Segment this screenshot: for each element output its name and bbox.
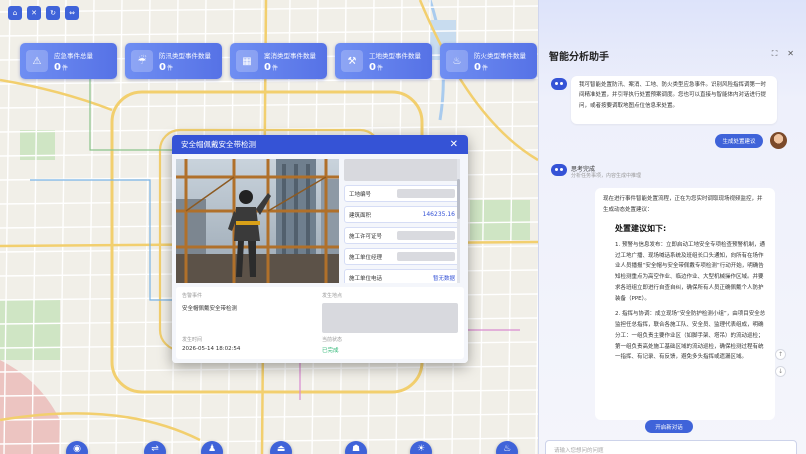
- stat-label: 案消类型事件数量: [264, 51, 316, 60]
- construction-worker-image: [176, 159, 339, 283]
- stat-card-construction[interactable]: ⚒ 工地类型事件数量 0件: [335, 43, 432, 79]
- redacted-value: [397, 231, 455, 240]
- redacted-field: [344, 159, 460, 181]
- status-label: 当前状态: [322, 337, 343, 343]
- answer-intro: 现在进行事件智能处置流程，正在为您实时调取现场视频监控，并生成动态处置建议：: [603, 196, 763, 213]
- close-icon[interactable]: ✕: [787, 49, 794, 59]
- time-value: 2026-05-14 18:02:54: [182, 346, 241, 352]
- bot-intro-text: 我可智能处置防汛、案消、工地、防火类型应急事件。识别风险指挥调第一时间精准处置，…: [579, 82, 767, 109]
- no-data-link[interactable]: 暂无数据: [433, 274, 455, 282]
- fields-scrollbar[interactable]: [457, 159, 460, 283]
- worker-icon: ⚒: [341, 50, 363, 72]
- stat-card-building[interactable]: ▦ 案消类型事件数量 0件: [230, 43, 327, 79]
- stat-card-total[interactable]: ⚠ 应急事件总量 0件: [20, 43, 117, 79]
- window-controls: ⌂ ✕ ↻ ⇔: [8, 6, 79, 20]
- event-label: 告警事件: [182, 293, 203, 299]
- stat-card-flood[interactable]: ☔ 防汛类型事件数量 0件: [125, 43, 222, 79]
- bottom-toolbar: ◉ ⇌ ♟ ⏏ ☗ ☀ ♨: [0, 440, 538, 454]
- modal-header: 安全帽佩戴安全带检测 ✕: [172, 135, 468, 154]
- field-manager: 施工单位经理: [344, 248, 460, 265]
- stat-card-fire[interactable]: ♨ 防火类型事件数量 0件: [440, 43, 537, 79]
- field-site-no: 工地编号: [344, 185, 460, 202]
- stat-label: 防火类型事件数量: [474, 51, 526, 60]
- answer-bubble: 现在进行事件智能处置流程，正在为您实时调取现场视频监控，并生成动态处置建议： 处…: [595, 188, 775, 420]
- cross-icon[interactable]: ✕: [27, 6, 41, 20]
- event-value: 安全帽佩戴安全带检测: [182, 306, 238, 312]
- field-area: 建筑面积 146235.16: [344, 206, 460, 223]
- stat-value: 0件: [159, 61, 173, 73]
- route-icon[interactable]: ⇌: [144, 441, 166, 454]
- expand-icon[interactable]: ⛶: [772, 49, 778, 59]
- answer-item: 1. 预警与信息发布：立即启动工地安全专项检查预警机制，通过工地广播、现场喊话系…: [615, 242, 765, 302]
- assistant-panel: 智能分析助手 ⛶ ✕ 我可智能处置防汛、案消、工地、防火类型应急事件。识别风险指…: [538, 0, 806, 454]
- stat-value: 0件: [474, 61, 488, 73]
- assistant-title: 智能分析助手: [549, 52, 609, 63]
- camera-icon[interactable]: ◉: [66, 441, 88, 454]
- status-value: 已完成: [322, 348, 339, 354]
- answer-item: 2. 指挥与协调：成立现场“安全防护检测小组”，由项目安全总监担任总指挥，联合各…: [615, 311, 766, 361]
- stat-label: 应急事件总量: [54, 51, 93, 60]
- bot-avatar-icon: [551, 164, 567, 176]
- thinking-subtitle: 分析任务事项，内容生成中推理: [571, 173, 642, 179]
- person-icon[interactable]: ♟: [201, 441, 223, 454]
- stat-value: 0件: [54, 61, 68, 73]
- lamp-icon[interactable]: ♨: [496, 441, 518, 454]
- building-icon: ▦: [236, 50, 258, 72]
- close-icon[interactable]: ✕: [450, 139, 458, 150]
- event-detail-modal: 安全帽佩戴安全带检测 ✕ 工地编号 建筑面积 146235.16 施工许可证号 …: [172, 135, 468, 363]
- panel-tools: ⛶ ✕: [772, 49, 794, 59]
- answer-heading: 处置建议如下:: [615, 224, 667, 234]
- redacted-location: [322, 303, 458, 333]
- flood-icon: ☔: [131, 50, 153, 72]
- modal-title: 安全帽佩戴安全带检测: [181, 140, 256, 149]
- stat-value: 0件: [264, 61, 278, 73]
- site-photo[interactable]: [176, 159, 339, 283]
- event-details: 告警事件 安全帽佩戴安全带检测 发生地点 发生时间 2026-05-14 18:…: [176, 287, 464, 359]
- bot-avatar-icon: [551, 78, 567, 90]
- generate-suggestion-button[interactable]: 生成处置建议: [715, 134, 763, 148]
- fullscreen-icon[interactable]: ⇔: [65, 6, 79, 20]
- fire-icon: ♨: [446, 50, 468, 72]
- field-permit-no: 施工许可证号: [344, 227, 460, 244]
- alarm-icon[interactable]: ⏏: [270, 441, 292, 454]
- warning-icon: ⚠: [26, 50, 48, 72]
- stat-label: 防汛类型事件数量: [159, 51, 211, 60]
- helmet-icon[interactable]: ☗: [345, 441, 367, 454]
- stat-label: 工地类型事件数量: [369, 51, 421, 60]
- thumb-down-icon[interactable]: ↓: [775, 366, 786, 377]
- modal-body: 工地编号 建筑面积 146235.16 施工许可证号 施工单位经理 施工单位电话暂…: [172, 154, 468, 363]
- bot-intro-bubble: 我可智能处置防汛、案消、工地、防火类型应急事件。识别风险指挥调第一时间精准处置，…: [571, 76, 777, 124]
- user-avatar: [770, 132, 787, 149]
- stat-value: 0件: [369, 61, 383, 73]
- question-input[interactable]: 请输入您想问的问题: [545, 440, 797, 454]
- location-label: 发生地点: [322, 293, 343, 299]
- house-icon[interactable]: ⌂: [8, 6, 22, 20]
- redacted-value: [397, 252, 455, 261]
- refresh-icon[interactable]: ↻: [46, 6, 60, 20]
- sun-icon[interactable]: ☀: [410, 441, 432, 454]
- site-info-fields: 工地编号 建筑面积 146235.16 施工许可证号 施工单位经理 施工单位电话暂…: [344, 159, 460, 283]
- redacted-value: [397, 189, 455, 198]
- new-chat-button[interactable]: 开启新对话: [645, 420, 693, 433]
- time-label: 发生时间: [182, 337, 203, 343]
- field-phone: 施工单位电话 暂无数据: [344, 269, 460, 283]
- thumb-up-icon[interactable]: ↑: [775, 349, 786, 360]
- stat-cards: ⚠ 应急事件总量 0件 ☔ 防汛类型事件数量 0件 ▦ 案消类型事件数量 0件 …: [20, 43, 537, 79]
